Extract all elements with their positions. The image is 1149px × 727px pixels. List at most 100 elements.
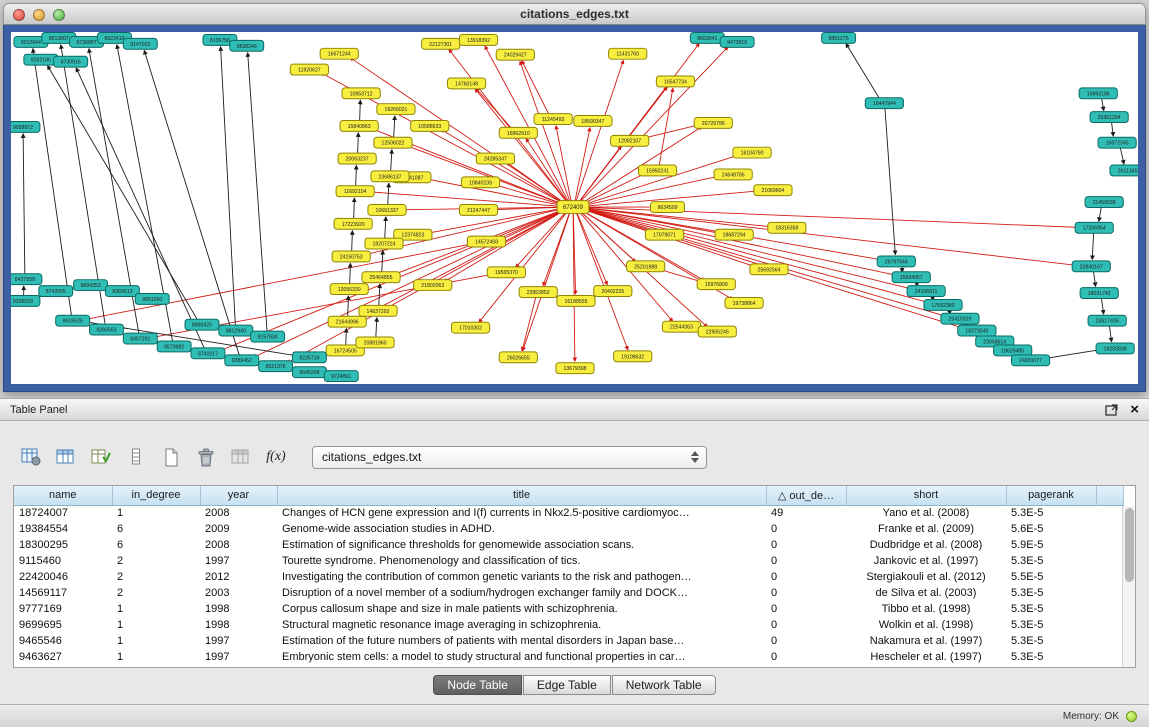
table-row[interactable]: 1830029562008Estimation of significance … — [14, 537, 1123, 553]
delete-icon[interactable] — [193, 445, 219, 469]
cell-filler — [1096, 633, 1123, 649]
cell-pagerank: 5.6E-5 — [1006, 521, 1096, 537]
table-row[interactable]: 946554611997Estimation of the future num… — [14, 633, 1123, 649]
table-row[interactable]: 1938455462009Genome-wide association stu… — [14, 521, 1123, 537]
graph-edge — [580, 173, 645, 205]
column-header-year[interactable]: year — [200, 486, 277, 505]
graph-node-label: 26113459 — [1118, 168, 1138, 174]
rows-icon[interactable] — [123, 445, 149, 469]
graph-edge — [1120, 147, 1124, 164]
cell-filler — [1096, 553, 1123, 569]
window-titlebar[interactable]: citations_edges.txt — [3, 3, 1146, 25]
graph-node-label: 24029427 — [504, 53, 527, 59]
graph-node-label: 24285347 — [484, 157, 507, 163]
select-columns-icon[interactable] — [88, 445, 114, 469]
table-row[interactable]: 2242004622012Investigating the contribut… — [14, 569, 1123, 585]
graph-node-label: 11431760 — [616, 52, 639, 58]
cell-out_de: 0 — [766, 569, 846, 585]
graph-node-label: 13056330 — [338, 287, 361, 293]
cell-name: 9699695 — [14, 617, 112, 633]
column-header-title[interactable]: title — [277, 486, 766, 505]
cell-title: Tourette syndrome. Phenomenology and cla… — [277, 553, 766, 569]
tab-network-table[interactable]: Network Table — [612, 675, 716, 695]
graph-node-label: 9645208 — [299, 370, 319, 376]
column-header-short[interactable]: short — [846, 486, 1006, 505]
column-header-out_de[interactable]: △ out_de… — [766, 486, 846, 505]
graph-node-label: 17692380 — [932, 303, 955, 309]
graph-node-label: 8369513 — [112, 289, 132, 295]
graph-node-label: 9634509 — [657, 205, 677, 211]
column-header-pagerank[interactable]: pagerank — [1006, 486, 1096, 505]
import-table-icon[interactable] — [228, 445, 254, 469]
graph-node-label: 21802063 — [421, 283, 444, 289]
graph-node-label: 24150753 — [340, 254, 363, 260]
float-panel-icon[interactable] — [1105, 404, 1118, 416]
cell-year: 1997 — [200, 633, 277, 649]
table-row[interactable]: 946362711997Embryonic stem cells: a mode… — [14, 649, 1123, 665]
cell-title: Genome-wide association studies in ADHD. — [277, 521, 766, 537]
tab-node-table[interactable]: Node Table — [433, 675, 522, 695]
graph-edge — [523, 212, 571, 351]
show-columns-icon[interactable] — [53, 445, 79, 469]
cell-title: Investigating the contribution of common… — [277, 569, 766, 585]
network-graph[interactable]: 6724099634509159502411208210718590347112… — [11, 32, 1138, 384]
function-icon[interactable]: f(x) — [263, 445, 289, 469]
graph-node-label: 18207224 — [373, 242, 396, 248]
cell-in_degree: 1 — [112, 633, 200, 649]
graph-node-label: 26797944 — [885, 259, 908, 265]
cell-in_degree: 2 — [112, 553, 200, 569]
graph-node-label: 12374823 — [401, 233, 424, 239]
table-scrollbar[interactable] — [1122, 506, 1135, 667]
table-tabs: Node TableEdge TableNetwork Table — [0, 675, 1149, 695]
graph-edge — [385, 217, 386, 239]
graph-node-label: 16724505 — [334, 348, 357, 354]
graph-node-label: 21459038 — [1093, 200, 1116, 206]
cell-pagerank: 5.5E-5 — [1006, 569, 1096, 585]
table-row[interactable]: 1872400712008Changes of HCN gene express… — [14, 505, 1123, 521]
graph-node-label: 17223920 — [342, 222, 365, 228]
graph-node-label: 12506022 — [381, 141, 404, 147]
cell-short: Yano et al. (2008) — [846, 505, 1006, 521]
table-source-select[interactable]: citations_edges.txt — [312, 446, 707, 469]
minimize-window-button[interactable] — [33, 9, 45, 21]
graph-node-label: 20063237 — [346, 157, 369, 163]
column-header-in_degree[interactable]: in_degree — [112, 486, 200, 505]
graph-node-label: 23953852 — [527, 290, 550, 296]
graph-node-label: 9538246 — [237, 44, 257, 50]
cell-pagerank: 5.3E-5 — [1006, 505, 1096, 521]
graph-node-label: 11245493 — [542, 117, 565, 123]
tab-edge-table[interactable]: Edge Table — [523, 675, 611, 695]
graph-node-label: 8618525 — [63, 319, 83, 325]
zoom-window-button[interactable] — [53, 9, 65, 21]
cell-filler — [1096, 537, 1123, 553]
graph-edge — [376, 318, 377, 338]
new-document-icon[interactable] — [158, 445, 184, 469]
table-row[interactable]: 977716911998Corpus callosum shape and si… — [14, 601, 1123, 617]
graph-edge — [846, 44, 880, 100]
cell-pagerank: 5.9E-5 — [1006, 537, 1096, 553]
table-row[interactable]: 969969511998Structural magnetic resonanc… — [14, 617, 1123, 633]
graph-edge — [76, 68, 204, 349]
cell-out_de: 0 — [766, 585, 846, 601]
table-row[interactable]: 911546021997Tourette syndrome. Phenomeno… — [14, 553, 1123, 569]
network-canvas[interactable]: 6724099634509159502411208210718590347112… — [11, 32, 1138, 384]
close-panel-icon[interactable]: × — [1130, 404, 1139, 416]
graph-node-label: 18031742 — [1088, 291, 1111, 297]
table-row[interactable]: 1456911722003Disruption of a novel membe… — [14, 585, 1123, 601]
column-header-name[interactable]: name — [14, 486, 112, 505]
graph-node-label: 26026655 — [507, 355, 530, 361]
cell-short: Hescheler et al. (1997) — [846, 649, 1006, 665]
column-header-filler — [1096, 486, 1123, 505]
graph-edge — [476, 88, 513, 129]
close-window-button[interactable] — [13, 9, 25, 21]
cell-name: 22420046 — [14, 569, 112, 585]
table-scrollbar-thumb[interactable] — [1125, 508, 1134, 582]
memory-status-label: Memory: OK — [1063, 711, 1119, 722]
table-settings-icon[interactable] — [18, 445, 44, 469]
graph-edge — [581, 208, 931, 303]
cell-pagerank: 5.3E-5 — [1006, 585, 1096, 601]
graph-node-label: 18590347 — [581, 119, 604, 125]
graph-edge — [356, 165, 357, 186]
table-source-value: citations_edges.txt — [322, 450, 421, 464]
table-toolbar: f(x) citations_edges.txt — [0, 441, 707, 473]
